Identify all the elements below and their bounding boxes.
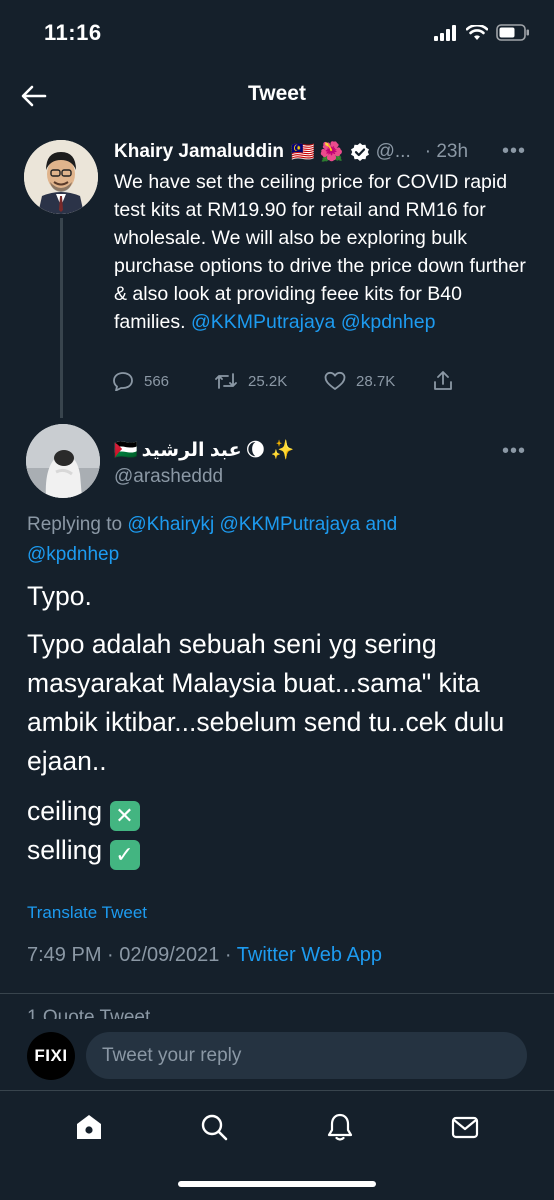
- avatar-photo: [26, 424, 100, 498]
- mention-link[interactable]: @kpdnhep: [27, 544, 119, 565]
- replying-to: Replying to @Khairykj @KKMPutrajaya and …: [27, 510, 527, 570]
- tab-home[interactable]: [59, 1097, 119, 1157]
- cross-mark-icon: ✕: [109, 800, 140, 831]
- tab-search[interactable]: [184, 1097, 244, 1157]
- notifications-icon: [327, 1113, 352, 1141]
- home-icon: [76, 1115, 101, 1139]
- battery-icon: [496, 24, 529, 41]
- mention-link[interactable]: @KKMPutrajaya: [220, 514, 361, 535]
- retweet-count: 25.2K: [248, 372, 288, 390]
- divider: [0, 993, 554, 994]
- mention-link[interactable]: @Khairykj: [127, 514, 214, 535]
- search-icon: [202, 1114, 228, 1141]
- tweet-timestamp: 7:49 PM · 02/09/2021 · Twitter Web App: [27, 944, 382, 967]
- main-author-flag: 🇵🇸: [114, 440, 138, 461]
- divider: [0, 1090, 554, 1091]
- reply-action[interactable]: 566: [112, 371, 214, 391]
- tweet-paragraph-2: Typo adalah sebuah seni yg sering masyar…: [27, 629, 505, 776]
- mention-link[interactable]: @kpdnhep: [341, 311, 436, 333]
- bottom-tab-bar: [0, 1092, 554, 1162]
- status-time: 11:16: [44, 20, 102, 45]
- verified-icon: [350, 142, 370, 162]
- parent-tweet-time: · 23h: [424, 141, 469, 162]
- status-icons: [434, 24, 530, 41]
- main-author-emojis: 🌘 ✨: [245, 440, 295, 461]
- like-count: 28.7K: [356, 372, 396, 390]
- parent-name-emojis: 🇲🇾 🌺: [291, 142, 344, 163]
- selling-word: selling: [27, 835, 103, 865]
- share-icon: [434, 371, 452, 390]
- parent-tweet-header: Khairy Jamaluddin 🇲🇾 🌺 @... · 23h: [114, 138, 534, 166]
- top-header: Tweet: [0, 66, 554, 124]
- replying-prefix: Replying to: [27, 514, 123, 535]
- parent-tweet-body: We have set the ceiling price for COVID …: [114, 171, 526, 333]
- timestamp-text: 7:49 PM · 02/09/2021 ·: [27, 944, 232, 966]
- parent-tweet-actions: 566 25.2K 28.7K: [110, 368, 470, 394]
- parent-tweet-avatar[interactable]: [24, 140, 98, 214]
- main-tweet-avatar[interactable]: [26, 424, 100, 498]
- retweet-icon: [215, 373, 237, 389]
- more-icon[interactable]: •••: [502, 440, 526, 463]
- wifi-icon: [466, 24, 488, 40]
- tweet-detail-screen: 11:16 Tweet Khairy Jamaluddin 🇲🇾 🌺 @... …: [0, 0, 554, 1200]
- parent-author-name[interactable]: Khairy Jamaluddin: [114, 141, 284, 163]
- tweet-line-selling: selling ✓: [27, 831, 527, 870]
- ceiling-word: ceiling: [27, 796, 103, 826]
- main-author-name-row: 🇵🇸 عبد الرشيد 🌘 ✨: [114, 436, 294, 464]
- thread-connector-line: [60, 218, 63, 418]
- tweet-line-ceiling: ceiling ✕: [27, 792, 527, 831]
- reply-icon: [113, 372, 133, 391]
- caricature-portrait: [24, 140, 98, 214]
- translate-tweet-link[interactable]: Translate Tweet: [27, 903, 147, 923]
- share-action[interactable]: [432, 370, 454, 392]
- status-bar: 11:16: [0, 0, 554, 66]
- reply-count: 566: [144, 372, 170, 390]
- tweet-line-1: Typo.: [27, 581, 92, 611]
- reply-bar: FIXI: [0, 1020, 554, 1090]
- tab-notifications[interactable]: [310, 1097, 370, 1157]
- tweet-source-link[interactable]: Twitter Web App: [237, 944, 382, 966]
- main-author-name[interactable]: عبد الرشيد: [142, 439, 242, 462]
- parent-tweet-text: We have set the ceiling price for COVID …: [114, 168, 534, 336]
- tab-messages[interactable]: [435, 1097, 495, 1157]
- mention-link[interactable]: @KKMPutrajaya: [191, 311, 335, 333]
- check-mark-icon: ✓: [109, 839, 140, 870]
- retweet-action[interactable]: 25.2K: [214, 371, 324, 391]
- messages-icon: [452, 1116, 479, 1139]
- signal-icon: [434, 24, 456, 41]
- main-author-handle: @arasheddd: [114, 466, 224, 487]
- quote-tweet-count[interactable]: 1 Quote Tweet: [27, 1007, 150, 1019]
- page-title: Tweet: [248, 82, 306, 105]
- like-icon: [324, 371, 346, 390]
- like-action[interactable]: 28.7K: [324, 371, 432, 391]
- replying-and[interactable]: and: [366, 514, 398, 535]
- reply-input[interactable]: [86, 1032, 527, 1079]
- current-user-avatar[interactable]: FIXI: [27, 1032, 75, 1080]
- more-icon[interactable]: •••: [502, 140, 526, 163]
- parent-author-handle: @...: [375, 141, 411, 162]
- home-indicator: [178, 1181, 376, 1187]
